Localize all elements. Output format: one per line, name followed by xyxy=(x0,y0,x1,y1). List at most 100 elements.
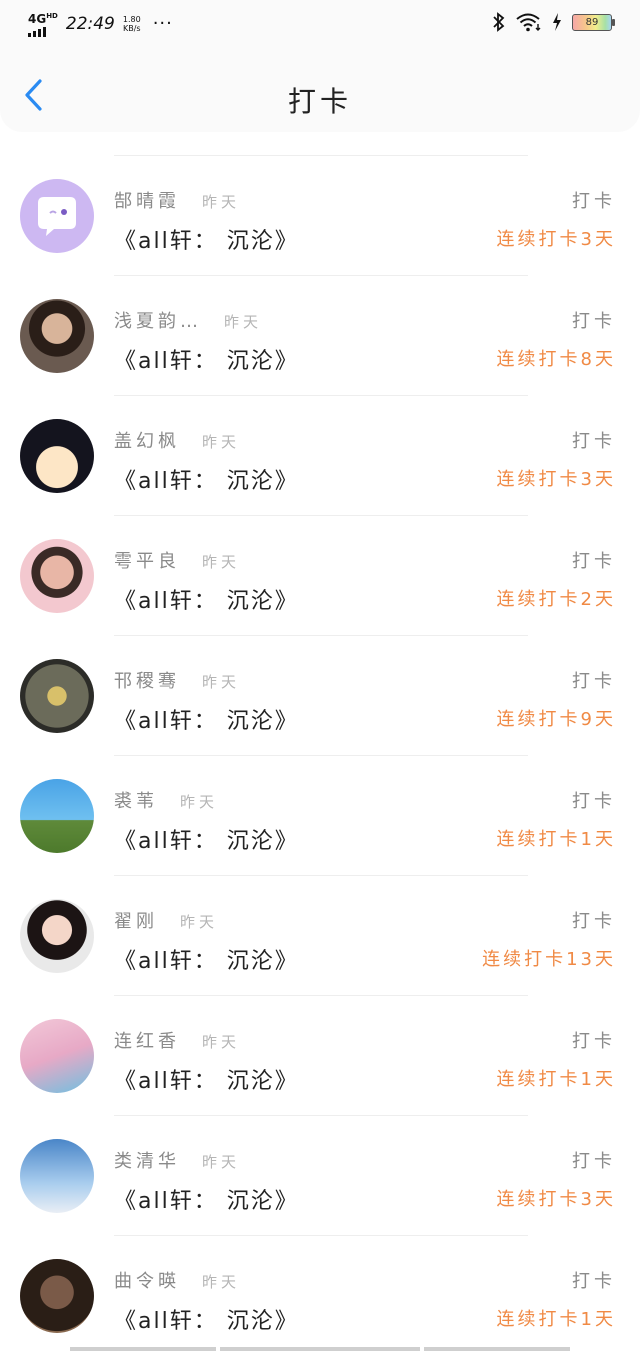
bluetooth-icon xyxy=(493,12,505,32)
streak-label: 连续打卡2天 xyxy=(496,589,616,610)
list-item[interactable]: 雩平良 昨天《all轩： 沉沦》 打卡连续打卡2天 xyxy=(0,515,640,635)
list-item[interactable]: 邗稷骞 昨天《all轩： 沉沦》 打卡连续打卡9天 xyxy=(0,635,640,755)
book-title: 《all轩： 沉沦》 xyxy=(114,229,299,254)
net-speed-value: 1.80 xyxy=(122,14,141,24)
user-name-text: 浅夏韵… xyxy=(114,311,202,332)
time-label: 昨天 xyxy=(202,433,241,451)
network-type: 4G xyxy=(28,12,47,26)
checkin-label: 打卡 xyxy=(572,191,616,212)
nav-bar: 打卡 xyxy=(0,50,640,132)
avatar[interactable] xyxy=(20,299,94,373)
chat-bubble-icon xyxy=(38,197,76,236)
net-speed: 1.80 KB/s xyxy=(123,15,141,33)
checkin-label: 打卡 xyxy=(572,311,616,332)
list-item[interactable]: 类清华 昨天《all轩： 沉沦》 打卡连续打卡3天 xyxy=(0,1115,640,1235)
streak-label: 连续打卡3天 xyxy=(496,469,616,490)
time-label: 昨天 xyxy=(202,193,241,211)
time-label: 昨天 xyxy=(202,1153,241,1171)
time-label: 昨天 xyxy=(202,1033,241,1051)
avatar[interactable] xyxy=(20,1139,94,1213)
user-name: 浅夏韵… 昨天 xyxy=(114,307,262,333)
checkin-label: 打卡 xyxy=(572,431,616,452)
user-name-text: 曲令暎 xyxy=(114,1271,180,1292)
page-title: 打卡 xyxy=(287,85,352,118)
streak-label: 连续打卡3天 xyxy=(496,1189,616,1210)
list-item[interactable]: 曲令暎 昨天《all轩： 沉沦》 打卡连续打卡1天 xyxy=(0,1235,640,1355)
clock: 22:49 xyxy=(65,13,115,34)
checkin-label: 打卡 xyxy=(572,1031,616,1052)
user-name-text: 裘苇 xyxy=(114,791,158,812)
list-item[interactable]: 盖幻枫 昨天《all轩： 沉沦》 打卡连续打卡3天 xyxy=(0,395,640,515)
streak-label: 连续打卡1天 xyxy=(496,1309,616,1330)
user-name-text: 连红香 xyxy=(114,1031,180,1052)
more-notifications-icon: ··· xyxy=(152,13,173,34)
user-name: 类清华 昨天 xyxy=(114,1147,240,1173)
streak-label: 连续打卡1天 xyxy=(496,829,616,850)
signal-bars-icon xyxy=(28,27,58,37)
checkin-label: 打卡 xyxy=(572,791,616,812)
net-speed-unit: KB/s xyxy=(122,23,141,33)
book-title: 《all轩： 沉沦》 xyxy=(114,949,299,974)
user-name-text: 雩平良 xyxy=(114,551,180,572)
list-item[interactable]: 浅夏韵… 昨天《all轩： 沉沦》 打卡连续打卡8天 xyxy=(0,275,640,395)
list-item[interactable]: 翟刚 昨天《all轩： 沉沦》 打卡连续打卡13天 xyxy=(0,875,640,995)
avatar[interactable] xyxy=(20,539,94,613)
streak-label: 连续打卡13天 xyxy=(482,949,616,970)
user-name-text: 邗稷骞 xyxy=(114,671,180,692)
user-name: 雩平良 昨天 xyxy=(114,547,240,573)
checkin-label: 打卡 xyxy=(572,551,616,572)
avatar[interactable] xyxy=(20,1019,94,1093)
time-label: 昨天 xyxy=(180,913,219,931)
avatar[interactable] xyxy=(20,899,94,973)
checkin-label: 打卡 xyxy=(572,911,616,932)
user-name-text: 类清华 xyxy=(114,1151,180,1172)
list-item[interactable]: 连红香 昨天《all轩： 沉沦》 打卡连续打卡1天 xyxy=(0,995,640,1115)
streak-label: 连续打卡9天 xyxy=(496,709,616,730)
checkin-label: 打卡 xyxy=(572,1271,616,1292)
list-item[interactable]: 郜晴霞 昨天《all轩： 沉沦》 打卡连续打卡3天 xyxy=(0,155,640,275)
user-name: 裘苇 昨天 xyxy=(114,787,218,813)
checkin-label: 打卡 xyxy=(572,1151,616,1172)
time-label: 昨天 xyxy=(202,553,241,571)
page-indicator-1 xyxy=(70,1347,216,1351)
user-name: 盖幻枫 昨天 xyxy=(114,427,240,453)
time-label: 昨天 xyxy=(202,673,241,691)
user-name: 连红香 昨天 xyxy=(114,1027,240,1053)
book-title: 《all轩： 沉沦》 xyxy=(114,1069,299,1094)
user-name-text: 郜晴霞 xyxy=(114,191,180,212)
time-label: 昨天 xyxy=(180,793,219,811)
streak-label: 连续打卡8天 xyxy=(496,349,616,370)
book-title: 《all轩： 沉沦》 xyxy=(114,469,299,494)
streak-label: 连续打卡1天 xyxy=(496,1069,616,1090)
book-title: 《all轩： 沉沦》 xyxy=(114,1189,299,1214)
battery-level: 89 xyxy=(585,16,599,28)
page-indicator-3 xyxy=(424,1347,570,1351)
checkin-label: 打卡 xyxy=(572,671,616,692)
list-item[interactable]: 裘苇 昨天《all轩： 沉沦》 打卡连续打卡1天 xyxy=(0,755,640,875)
streak-label: 连续打卡3天 xyxy=(496,229,616,250)
wifi-icon xyxy=(516,13,541,32)
user-name-text: 翟刚 xyxy=(114,911,158,932)
user-name: 曲令暎 昨天 xyxy=(114,1267,240,1293)
battery-icon: 89 xyxy=(572,13,615,31)
signal-indicator: 4GHD xyxy=(28,10,58,37)
user-name: 邗稷骞 昨天 xyxy=(114,667,240,693)
avatar[interactable] xyxy=(20,179,94,253)
book-title: 《all轩： 沉沦》 xyxy=(114,349,299,374)
user-name: 郜晴霞 昨天 xyxy=(114,187,240,213)
status-bar: 4GHD 22:49 1.80 KB/s ··· 89 xyxy=(0,0,640,50)
book-title: 《all轩： 沉沦》 xyxy=(114,589,299,614)
page-indicator-2 xyxy=(220,1347,420,1351)
time-label: 昨天 xyxy=(202,1273,241,1291)
avatar[interactable] xyxy=(20,1259,94,1333)
user-name-text: 盖幻枫 xyxy=(114,431,180,452)
book-title: 《all轩： 沉沦》 xyxy=(114,709,299,734)
user-name: 翟刚 昨天 xyxy=(114,907,218,933)
avatar[interactable] xyxy=(20,779,94,853)
avatar[interactable] xyxy=(20,659,94,733)
book-title: 《all轩： 沉沦》 xyxy=(114,1309,299,1334)
charging-icon xyxy=(553,13,561,31)
time-label: 昨天 xyxy=(224,313,263,331)
avatar[interactable] xyxy=(20,419,94,493)
book-title: 《all轩： 沉沦》 xyxy=(114,829,299,854)
